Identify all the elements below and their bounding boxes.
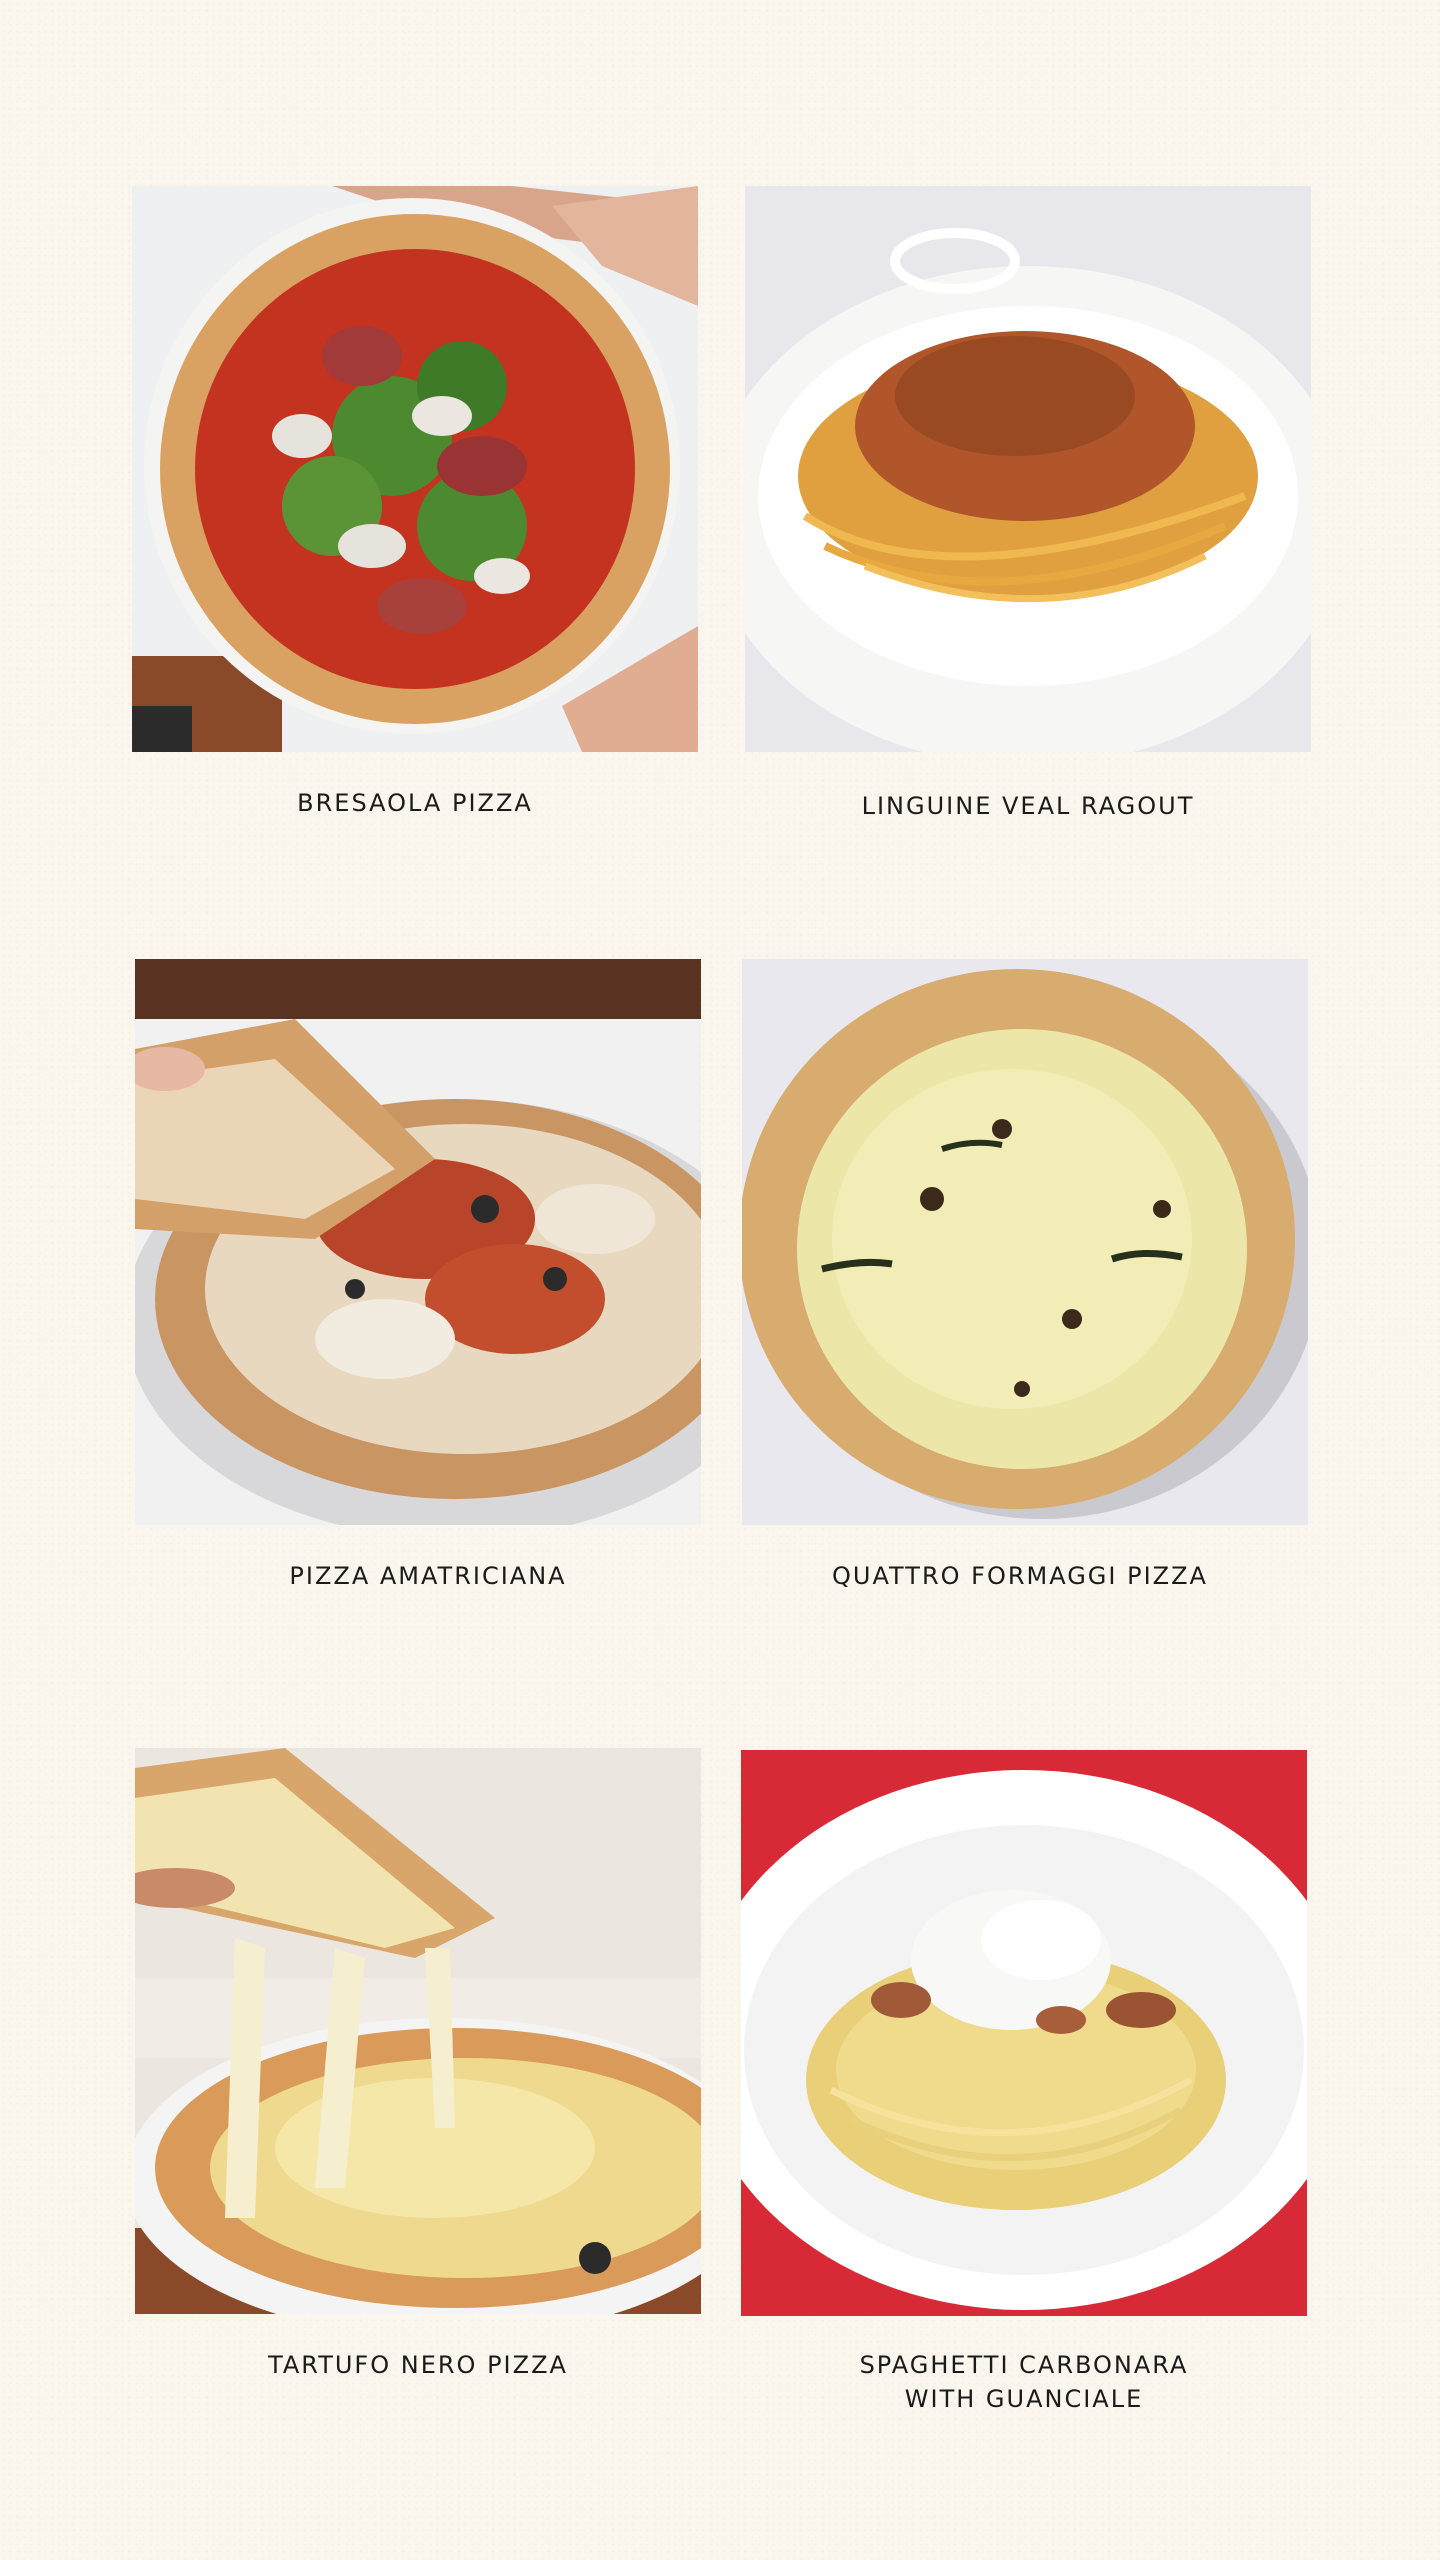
menu-item-title: PIZZA AMATRICIANA <box>289 1562 567 1590</box>
menu-item-title: TARTUFO NERO PIZZA <box>268 2351 568 2379</box>
pizza-amatriciana-photo <box>135 959 701 1525</box>
bresaola-pizza-photo <box>132 186 698 752</box>
menu-item-title: SPAGHETTI CARBONARA WITH GUANCIALE <box>859 2351 1189 2413</box>
menu-item-title: QUATTRO FORMAGGI PIZZA <box>832 1562 1208 1590</box>
quattro-formaggi-pizza-photo <box>742 959 1308 1525</box>
menu-item-title: LINGUINE VEAL RAGOUT <box>861 792 1195 820</box>
linguine-veal-ragout-photo <box>745 186 1311 752</box>
tartufo-nero-pizza-photo <box>135 1748 701 2314</box>
spaghetti-carbonara-photo <box>741 1750 1307 2316</box>
menu-item-title: BRESAOLA PIZZA <box>297 789 533 817</box>
